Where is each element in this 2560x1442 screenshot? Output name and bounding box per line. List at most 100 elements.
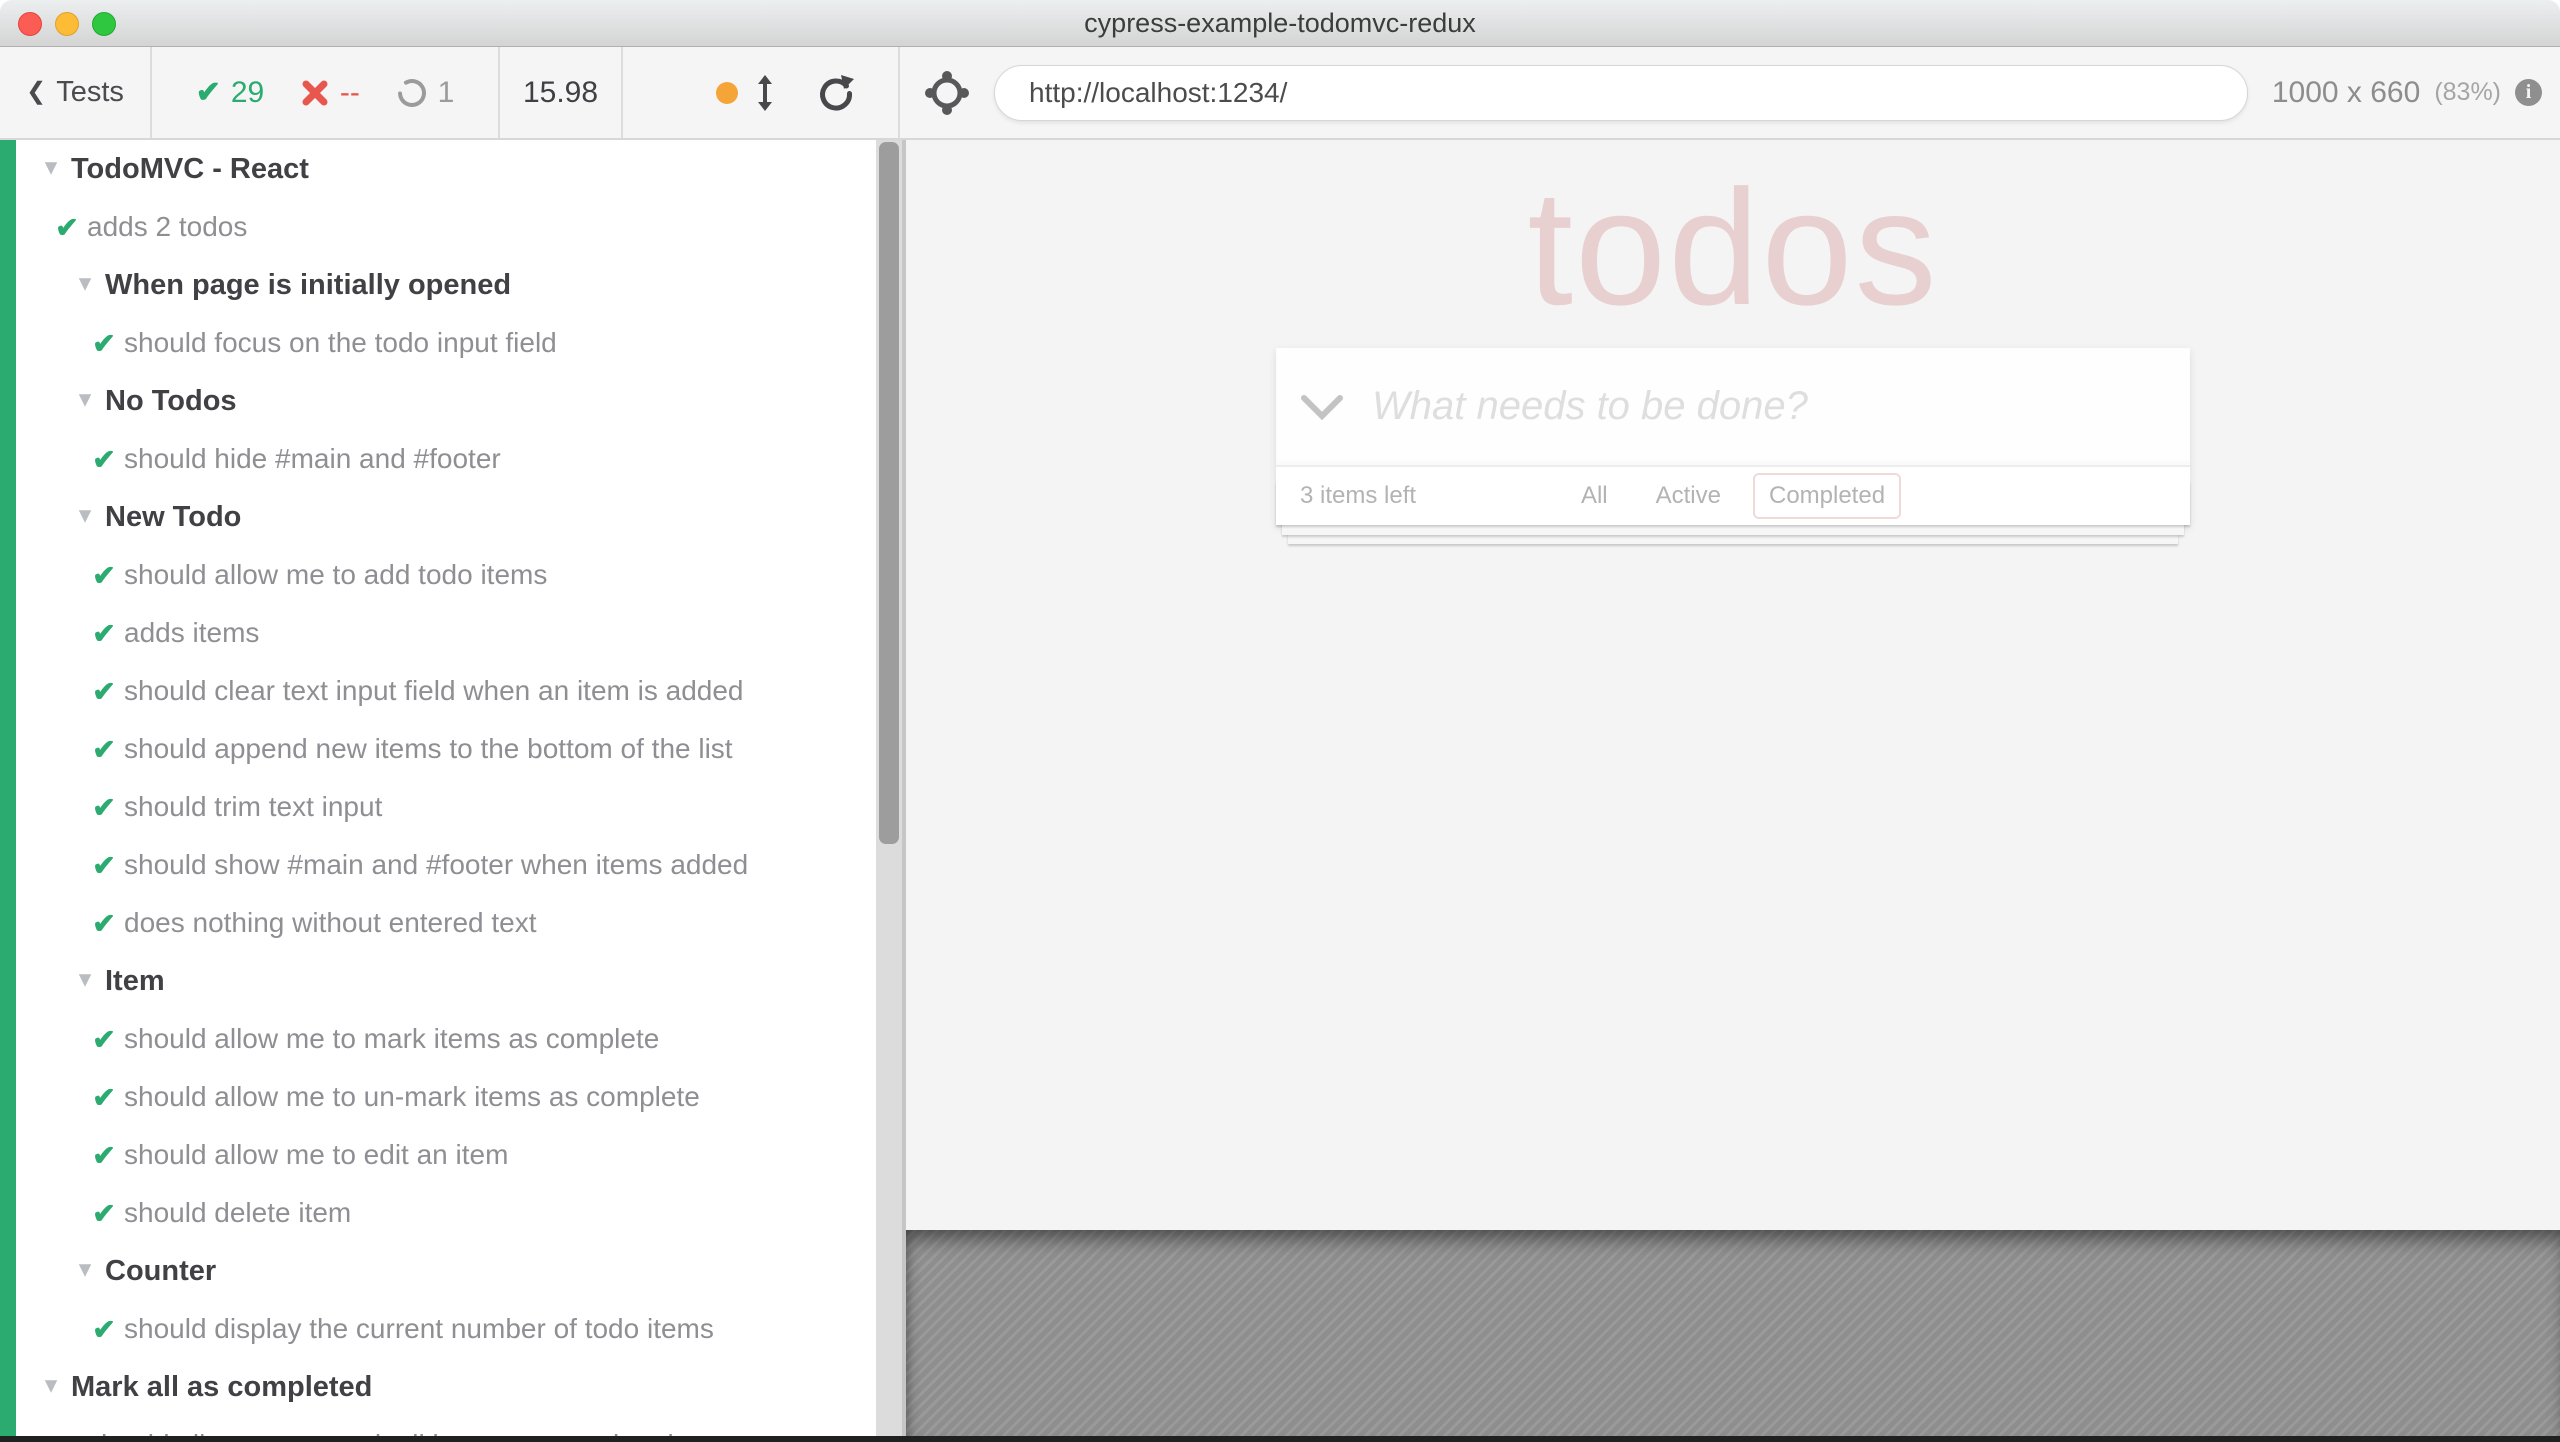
suite-row[interactable]: ▾Counter bbox=[0, 1242, 876, 1300]
test-label: should focus on the todo input field bbox=[124, 327, 557, 359]
test-passed-check-icon: ✔ bbox=[91, 327, 117, 360]
filter-completed[interactable]: Completed bbox=[1753, 473, 1901, 519]
pending-circle-icon bbox=[396, 77, 428, 109]
test-row[interactable]: ✔should allow me to mark items as comple… bbox=[0, 1010, 876, 1068]
suite-row[interactable]: ▾When page is initially opened bbox=[0, 256, 876, 314]
test-row[interactable]: ✔adds 2 todos bbox=[0, 198, 876, 256]
titlebar: cypress-example-todomvc-redux bbox=[0, 0, 2560, 47]
suite-label: New Todo bbox=[105, 501, 241, 534]
items-left-count: 3 items left bbox=[1300, 482, 1416, 510]
test-label: should trim text input bbox=[124, 791, 382, 823]
suite-row[interactable]: ▾TodoMVC - React bbox=[0, 140, 876, 198]
test-passed-check-icon: ✔ bbox=[91, 1023, 117, 1056]
test-label: does nothing without entered text bbox=[124, 907, 537, 939]
filter-active[interactable]: Active bbox=[1640, 473, 1737, 519]
filter-all[interactable]: All bbox=[1565, 473, 1624, 519]
toolbar: ❮ Tests ✔ 29 -- 1 15.98 bbox=[0, 47, 2560, 140]
collapse-caret-icon: ▾ bbox=[72, 500, 98, 530]
selector-playground-button[interactable] bbox=[922, 68, 972, 118]
collapse-caret-icon: ▾ bbox=[38, 1370, 64, 1400]
collapse-caret-icon: ▾ bbox=[72, 384, 98, 414]
test-row[interactable]: ✔does nothing without entered text bbox=[0, 894, 876, 952]
new-todo-input[interactable] bbox=[1372, 348, 2170, 465]
passed-check-icon: ✔ bbox=[196, 75, 221, 110]
test-passed-check-icon: ✔ bbox=[91, 1197, 117, 1230]
toggle-all-button[interactable] bbox=[1300, 394, 1344, 420]
app-header: http://localhost:1234/ 1000 x 660 (83%) … bbox=[900, 47, 2560, 138]
test-row[interactable]: ✔should show #main and #footer when item… bbox=[0, 836, 876, 894]
test-label: should allow me to mark items as complet… bbox=[124, 1023, 659, 1055]
stat-pending: 1 bbox=[396, 76, 455, 110]
test-row[interactable]: ✔should allow me to edit an item bbox=[0, 1126, 876, 1184]
reporter-scrollbar[interactable] bbox=[876, 140, 902, 1440]
suite-label: Counter bbox=[105, 1255, 216, 1288]
test-label: should append new items to the bottom of… bbox=[124, 733, 733, 765]
test-row[interactable]: ✔should delete item bbox=[0, 1184, 876, 1242]
auto-scroll-toggle[interactable] bbox=[716, 73, 778, 113]
test-label: should allow me to un-mark items as comp… bbox=[124, 1081, 700, 1113]
test-passed-check-icon: ✔ bbox=[91, 1081, 117, 1114]
runner-controls bbox=[623, 47, 900, 138]
test-row[interactable]: ✔should display the current number of to… bbox=[0, 1300, 876, 1358]
suite-row[interactable]: ▾New Todo bbox=[0, 488, 876, 546]
test-passed-check-icon: ✔ bbox=[91, 559, 117, 592]
run-duration: 15.98 bbox=[500, 47, 623, 138]
viewport-size: 1000 x 660 bbox=[2272, 76, 2420, 110]
window-title: cypress-example-todomvc-redux bbox=[0, 0, 2560, 47]
failed-count: -- bbox=[340, 76, 360, 110]
test-row[interactable]: ✔should clear text input field when an i… bbox=[0, 662, 876, 720]
viewport-info-icon[interactable]: i bbox=[2515, 79, 2542, 106]
collapse-caret-icon: ▾ bbox=[72, 1254, 98, 1284]
stat-passed: ✔ 29 bbox=[196, 75, 265, 110]
app-pane: todos 3 items left All Active Completed bbox=[906, 140, 2560, 1440]
test-passed-check-icon: ✔ bbox=[91, 733, 117, 766]
test-list: ▾TodoMVC - React✔adds 2 todos▾When page … bbox=[0, 140, 876, 1440]
collapse-caret-icon: ▾ bbox=[72, 268, 98, 298]
todos-app-title: todos bbox=[906, 154, 2560, 342]
url-bar[interactable]: http://localhost:1234/ bbox=[994, 65, 2248, 121]
url-text: http://localhost:1234/ bbox=[1029, 77, 1287, 109]
test-row[interactable]: ✔adds items bbox=[0, 604, 876, 662]
test-label: adds 2 todos bbox=[87, 211, 247, 243]
test-row[interactable]: ✔should focus on the todo input field bbox=[0, 314, 876, 372]
up-down-arrows-icon bbox=[752, 73, 778, 113]
test-row[interactable]: ✔should trim text input bbox=[0, 778, 876, 836]
back-to-tests-label: Tests bbox=[56, 76, 124, 109]
passed-count: 29 bbox=[231, 76, 264, 110]
test-row[interactable]: ✔should hide #main and #footer bbox=[0, 430, 876, 488]
viewport-info: 1000 x 660 (83%) i bbox=[2272, 76, 2542, 110]
test-row[interactable]: ✔should allow me to add todo items bbox=[0, 546, 876, 604]
suite-row[interactable]: ▾Mark all as completed bbox=[0, 1358, 876, 1416]
scrollbar-thumb[interactable] bbox=[879, 142, 899, 844]
suite-label: Mark all as completed bbox=[71, 1371, 372, 1404]
outside-viewport-hatch bbox=[906, 1230, 2560, 1440]
suite-row[interactable]: ▾Item bbox=[0, 952, 876, 1010]
collapse-caret-icon: ▾ bbox=[38, 152, 64, 182]
test-passed-check-icon: ✔ bbox=[91, 791, 117, 824]
test-passed-check-icon: ✔ bbox=[91, 907, 117, 940]
restart-tests-button[interactable] bbox=[816, 73, 856, 113]
stat-failed: -- bbox=[300, 76, 360, 110]
suite-label: When page is initially opened bbox=[105, 269, 511, 302]
window-bottom-edge bbox=[0, 1436, 2560, 1442]
cypress-runner-window: cypress-example-todomvc-redux ❮ Tests ✔ … bbox=[0, 0, 2560, 1442]
crosshair-icon bbox=[922, 68, 972, 118]
todo-footer: 3 items left All Active Completed bbox=[1276, 467, 2190, 525]
test-passed-check-icon: ✔ bbox=[91, 849, 117, 882]
test-passed-check-icon: ✔ bbox=[91, 1313, 117, 1346]
reporter-sidebar: ▾TodoMVC - React✔adds 2 todos▾When page … bbox=[0, 140, 876, 1440]
suite-label: No Todos bbox=[105, 385, 237, 418]
viewport-scale: (83%) bbox=[2434, 78, 2501, 107]
test-label: should allow me to edit an item bbox=[124, 1139, 508, 1171]
test-row[interactable]: ✔should append new items to the bottom o… bbox=[0, 720, 876, 778]
test-label: adds items bbox=[124, 617, 259, 649]
back-chevron-icon: ❮ bbox=[26, 77, 46, 106]
suite-row[interactable]: ▾No Todos bbox=[0, 372, 876, 430]
test-label: should display the current number of tod… bbox=[124, 1313, 714, 1345]
collapse-caret-icon: ▾ bbox=[72, 964, 98, 994]
back-to-tests-button[interactable]: ❮ Tests bbox=[0, 47, 152, 138]
suite-label: Item bbox=[105, 965, 165, 998]
test-label: should allow me to add todo items bbox=[124, 559, 547, 591]
test-row[interactable]: ✔should allow me to un-mark items as com… bbox=[0, 1068, 876, 1126]
suite-label: TodoMVC - React bbox=[71, 153, 309, 186]
